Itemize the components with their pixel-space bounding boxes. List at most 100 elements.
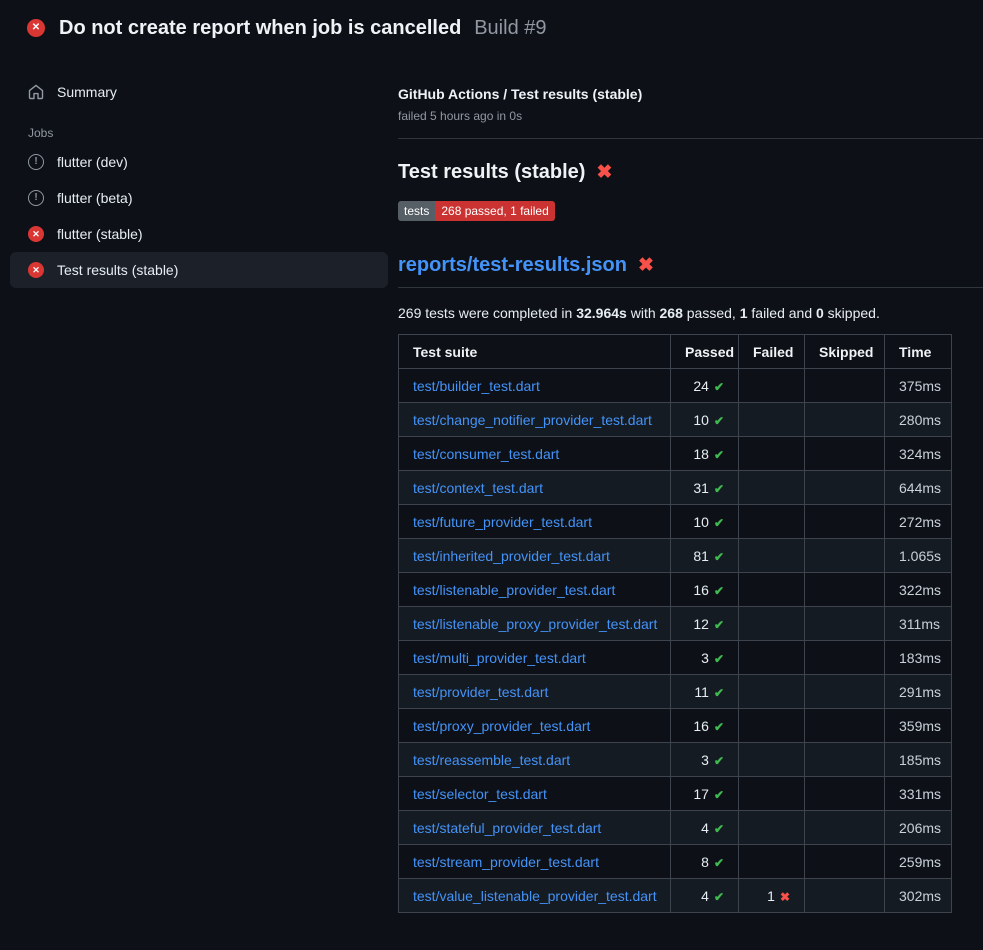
failed-cell [739, 471, 805, 505]
skipped-cell [805, 641, 885, 675]
badge-value: 268 passed, 1 failed [435, 201, 554, 221]
home-icon [28, 84, 44, 100]
failed-cell [739, 845, 805, 879]
check-icon: ✔ [714, 414, 724, 428]
test-suite-link[interactable]: test/value_listenable_provider_test.dart [413, 888, 657, 904]
time-cell: 206ms [885, 811, 952, 845]
x-icon: ✖ [780, 890, 790, 904]
summary-text: with [627, 305, 660, 321]
passed-cell: 4✔ [671, 879, 739, 913]
test-suite-link[interactable]: test/change_notifier_provider_test.dart [413, 412, 652, 428]
main-content: GitHub Actions / Test results (stable) f… [398, 56, 983, 913]
suite-cell: test/provider_test.dart [399, 675, 671, 709]
suite-cell: test/stateful_provider_test.dart [399, 811, 671, 845]
time-cell: 311ms [885, 607, 952, 641]
check-icon: ✔ [714, 516, 724, 530]
sidebar-item-flutter-stable[interactable]: ✕flutter (stable) [10, 216, 388, 252]
sidebar-jobs: !flutter (dev)!flutter (beta)✕flutter (s… [0, 144, 398, 288]
test-suite-link[interactable]: test/selector_test.dart [413, 786, 547, 802]
skipped-cell [805, 573, 885, 607]
summary-text: 269 tests were completed in [398, 305, 576, 321]
time-cell: 280ms [885, 403, 952, 437]
sidebar-item-flutter-dev[interactable]: !flutter (dev) [10, 144, 388, 180]
report-file-link[interactable]: reports/test-results.json [398, 254, 627, 277]
sidebar-item-test-results-stable[interactable]: ✕Test results (stable) [10, 252, 388, 288]
test-suite-row: test/listenable_proxy_provider_test.dart… [399, 607, 952, 641]
sidebar-item-flutter-beta[interactable]: !flutter (beta) [10, 180, 388, 216]
passed-cell-count: 17 [693, 786, 709, 802]
passed-cell: 31 ✔ [671, 471, 739, 505]
time-value: 644ms [899, 480, 941, 496]
failed-cell [739, 505, 805, 539]
time-value: 206ms [899, 820, 941, 836]
col-header-test-suite: Test suite [399, 335, 671, 369]
skipped-cell [805, 505, 885, 539]
time-cell: 375ms [885, 369, 952, 403]
passed-cell: 4✔ [671, 811, 739, 845]
sidebar: Summary Jobs !flutter (dev)!flutter (bet… [0, 56, 398, 913]
time-value: 1.065s [899, 548, 941, 564]
time-value: 324ms [899, 446, 941, 462]
time-cell: 259ms [885, 845, 952, 879]
sidebar-item-label: Test results (stable) [57, 262, 178, 278]
skipped-cell [805, 811, 885, 845]
test-suite-link[interactable]: test/provider_test.dart [413, 684, 548, 700]
check-icon: ✔ [714, 380, 724, 394]
time-cell: 185ms [885, 743, 952, 777]
failed-cell [739, 369, 805, 403]
suite-cell: test/builder_test.dart [399, 369, 671, 403]
suite-cell: test/value_listenable_provider_test.dart [399, 879, 671, 913]
test-suite-link[interactable]: test/multi_provider_test.dart [413, 650, 586, 666]
time-cell: 331ms [885, 777, 952, 811]
tests-summary-line: 269 tests were completed in 32.964s with… [398, 305, 983, 321]
table-header: Test suite Passed Failed Skipped Time [399, 335, 952, 369]
suite-cell: test/consumer_test.dart [399, 437, 671, 471]
test-suite-row: test/multi_provider_test.dart3✔183ms [399, 641, 952, 675]
time-cell: 302ms [885, 879, 952, 913]
sidebar-item-summary[interactable]: Summary [10, 74, 388, 110]
test-suite-row: test/provider_test.dart11✔291ms [399, 675, 952, 709]
check-run-header: ✕ Do not create report when job is cance… [0, 0, 983, 56]
skipped-cell [805, 709, 885, 743]
test-suite-link[interactable]: test/stateful_provider_test.dart [413, 820, 601, 836]
section-heading: Test results (stable) ✖ [398, 161, 983, 184]
suite-cell: test/stream_provider_test.dart [399, 845, 671, 879]
test-suite-link[interactable]: test/listenable_proxy_provider_test.dart [413, 616, 657, 632]
test-suite-link[interactable]: test/reassemble_test.dart [413, 752, 570, 768]
badge-label: tests [398, 201, 435, 221]
passed-cell: 10✔ [671, 403, 739, 437]
divider [398, 138, 983, 139]
test-suite-row: test/listenable_provider_test.dart16✔322… [399, 573, 952, 607]
check-icon: ✔ [714, 856, 724, 870]
suite-cell: test/proxy_provider_test.dart [399, 709, 671, 743]
passed-cell-count: 16 [693, 718, 709, 734]
run-build-number: Build #9 [474, 17, 546, 39]
passed-cell-count: 10 [693, 514, 709, 530]
col-header-passed: Passed [671, 335, 739, 369]
suite-cell: test/reassemble_test.dart [399, 743, 671, 777]
test-suite-link[interactable]: test/listenable_provider_test.dart [413, 582, 615, 598]
test-suite-link[interactable]: test/proxy_provider_test.dart [413, 718, 590, 734]
time-cell: 324ms [885, 437, 952, 471]
time-value: 280ms [899, 412, 941, 428]
suite-cell: test/inherited_provider_test.dart [399, 539, 671, 573]
test-suite-link[interactable]: test/context_test.dart [413, 480, 543, 496]
time-cell: 322ms [885, 573, 952, 607]
test-suite-link[interactable]: test/future_provider_test.dart [413, 514, 592, 530]
passed-cell-count: 81 [693, 548, 709, 564]
test-suite-row: test/inherited_provider_test.dart81✔1.06… [399, 539, 952, 573]
test-suite-link[interactable]: test/consumer_test.dart [413, 446, 559, 462]
test-suite-link[interactable]: test/builder_test.dart [413, 378, 540, 394]
skipped-cell [805, 879, 885, 913]
test-suite-row: test/selector_test.dart17✔331ms [399, 777, 952, 811]
check-icon: ✔ [714, 754, 724, 768]
passed-cell-count: 31 [693, 480, 709, 496]
failed-cell [739, 437, 805, 471]
time-cell: 359ms [885, 709, 952, 743]
test-suite-link[interactable]: test/stream_provider_test.dart [413, 854, 599, 870]
check-icon: ✔ [714, 652, 724, 666]
passed-cell-count: 11 [694, 684, 709, 700]
check-icon: ✔ [714, 482, 724, 496]
test-suite-link[interactable]: test/inherited_provider_test.dart [413, 548, 610, 564]
report-heading: reports/test-results.json ✖ [398, 254, 983, 288]
